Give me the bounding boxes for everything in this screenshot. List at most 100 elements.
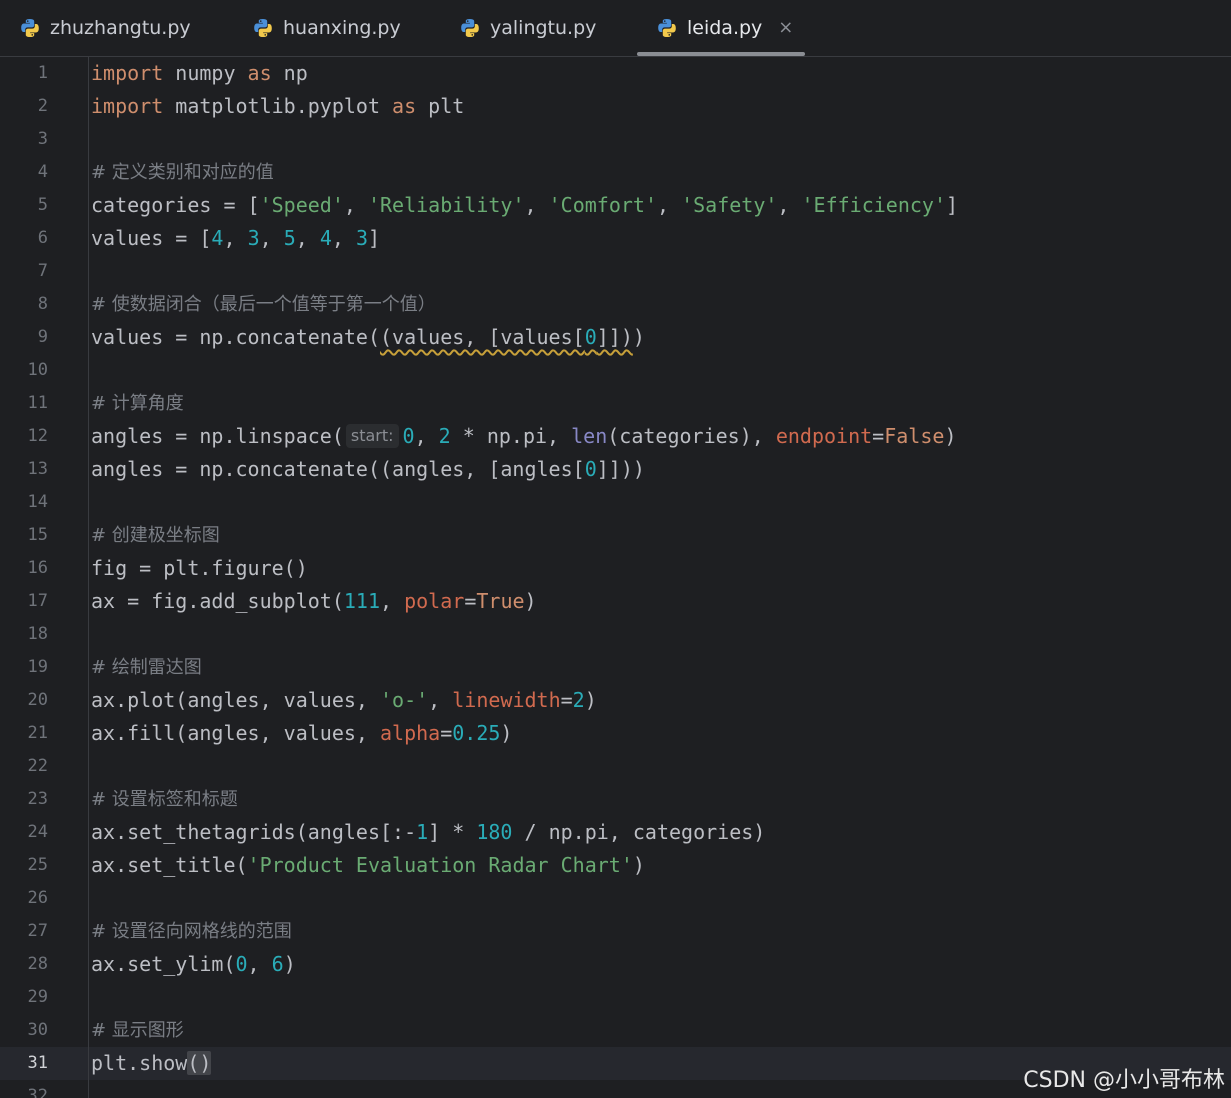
warning-squiggle[interactable]: (values, [values[0]]) [380, 325, 633, 349]
tab-yalingtu[interactable]: yalingtu.py [460, 0, 596, 56]
line-number: 6 [37, 228, 48, 248]
number-literal: 4 [319, 226, 332, 250]
code-text: ax = fig.add_subplot(111, polar=True) [91, 585, 537, 618]
tab-label: huanxing.py [283, 17, 401, 39]
line-number: 9 [37, 327, 48, 347]
code-text: ax.fill(angles, values, alpha=0.25) [91, 717, 512, 750]
code-token: , [380, 589, 405, 613]
code-line-24: 24 ax.set_thetagrids(angles[:-1] * 180 /… [0, 816, 1231, 849]
code-token: ) [944, 424, 957, 448]
string-literal: 'o-' [379, 688, 429, 712]
line-number: 15 [27, 525, 48, 545]
code-token: numpy [163, 61, 248, 85]
code-line-12: 12 angles = np.linspace(start: 0, 2 * np.… [0, 420, 1231, 453]
code-token: ax.plot(angles, values, [91, 688, 380, 712]
number-literal: 2 [438, 424, 451, 448]
code-token: matplotlib.pyplot [163, 94, 393, 118]
keyword: as [247, 61, 272, 85]
code-token: ] * [428, 820, 477, 844]
line-number: 11 [27, 393, 48, 413]
code-token: ax.set_title( [91, 853, 248, 877]
named-parameter: polar [404, 589, 465, 613]
line-number: 28 [27, 954, 48, 974]
line-number: 10 [27, 360, 48, 380]
line-number: 27 [27, 921, 48, 941]
code-token: , [247, 952, 272, 976]
keyword: as [392, 94, 417, 118]
number-literal: 0 [402, 424, 415, 448]
code-comment: # 定义类别和对应的值 [91, 162, 274, 183]
keyword: import [91, 94, 164, 118]
code-line-5: 5 categories = ['Speed', 'Reliability', … [0, 189, 1231, 222]
code-token: ]])) [596, 457, 645, 481]
code-line-8: 8 # 使数据闭合（最后一个值等于第一个值） [0, 288, 1231, 321]
code-token: plt.show [91, 1051, 188, 1075]
code-token: ) [500, 721, 513, 745]
number-literal: 1 [416, 820, 429, 844]
code-line-25: 25 ax.set_title('Product Evaluation Rada… [0, 849, 1231, 882]
line-number: 8 [37, 294, 48, 314]
code-token: , [656, 193, 682, 217]
line-number: 21 [27, 723, 48, 743]
code-line-2: 2 import matplotlib.pyplot as plt [0, 90, 1231, 123]
code-line-23: 23 # 设置标签和标题 [0, 783, 1231, 816]
python-file-icon [254, 19, 272, 37]
code-token: angles = np.concatenate((angles, [angles… [91, 457, 585, 481]
number-literal: 0 [584, 325, 597, 349]
code-token: categories = [ [91, 193, 260, 217]
code-text: ax.set_ylim(0, 6) [91, 948, 296, 981]
code-line-4: 4 # 定义类别和对应的值 [0, 156, 1231, 189]
string-literal: 'Safety' [681, 193, 778, 217]
code-line-1: 1 import numpy as np [0, 57, 1231, 90]
line-number: 29 [27, 987, 48, 1007]
string-literal: 'Reliability' [367, 193, 525, 217]
code-token: = [560, 688, 573, 712]
code-line-15: 15 # 创建极坐标图 [0, 519, 1231, 552]
code-token: values = [ [91, 226, 212, 250]
code-line-19: 19 # 绘制雷达图 [0, 651, 1231, 684]
watermark: CSDN @小小哥布林 [1023, 1068, 1225, 1093]
number-literal: 0 [235, 952, 248, 976]
python-file-icon [658, 19, 676, 37]
tab-leida[interactable]: leida.py × [657, 0, 793, 56]
code-text: angles = np.linspace(start: 0, 2 * np.pi,… [91, 420, 956, 453]
code-token: ax = fig.add_subplot( [91, 589, 344, 613]
line-number: 7 [37, 261, 48, 281]
keyword: True [476, 589, 525, 613]
code-token: / np.pi, categories) [512, 820, 766, 844]
code-token: fig = plt.figure() [91, 556, 308, 580]
python-file-icon [461, 19, 479, 37]
builtin-function: len [571, 424, 608, 448]
code-line-10: 10 [0, 354, 1231, 387]
tab-huanxing[interactable]: huanxing.py [253, 0, 401, 56]
code-text: values = [4, 3, 5, 4, 3] [91, 222, 380, 255]
code-text: plt.show() [91, 1047, 212, 1080]
line-number: 19 [27, 657, 48, 677]
line-number: 2 [37, 96, 48, 116]
close-tab-icon[interactable]: × [778, 19, 793, 37]
number-literal: 5 [283, 226, 296, 250]
code-token: , [343, 193, 368, 217]
line-number: 30 [27, 1020, 48, 1040]
code-line-7: 7 [0, 255, 1231, 288]
tab-zhuzhangtu[interactable]: zhuzhangtu.py [20, 0, 191, 56]
code-line-22: 22 [0, 750, 1231, 783]
code-token: , [414, 424, 439, 448]
code-token: ax.fill(angles, values, [91, 721, 380, 745]
line-number: 31 [27, 1053, 48, 1073]
code-text: values = np.concatenate((values, [values… [91, 321, 645, 354]
string-literal: 'Comfort' [548, 193, 657, 217]
line-number: 4 [37, 162, 48, 182]
code-token: np [271, 61, 308, 85]
parameter-hint: start: [345, 424, 399, 448]
code-token: , [259, 226, 284, 250]
code-editor[interactable]: 1 import numpy as np 2 import matplotlib… [0, 57, 1231, 1098]
line-number: 18 [27, 624, 48, 644]
line-number: 3 [37, 129, 48, 149]
code-line-20: 20 ax.plot(angles, values, 'o-', linewid… [0, 684, 1231, 717]
code-token: ] [368, 226, 381, 250]
code-token: = [440, 721, 453, 745]
code-token: , [223, 226, 248, 250]
code-line-29: 29 [0, 981, 1231, 1014]
code-line-27: 27 # 设置径向网格线的范围 [0, 915, 1231, 948]
